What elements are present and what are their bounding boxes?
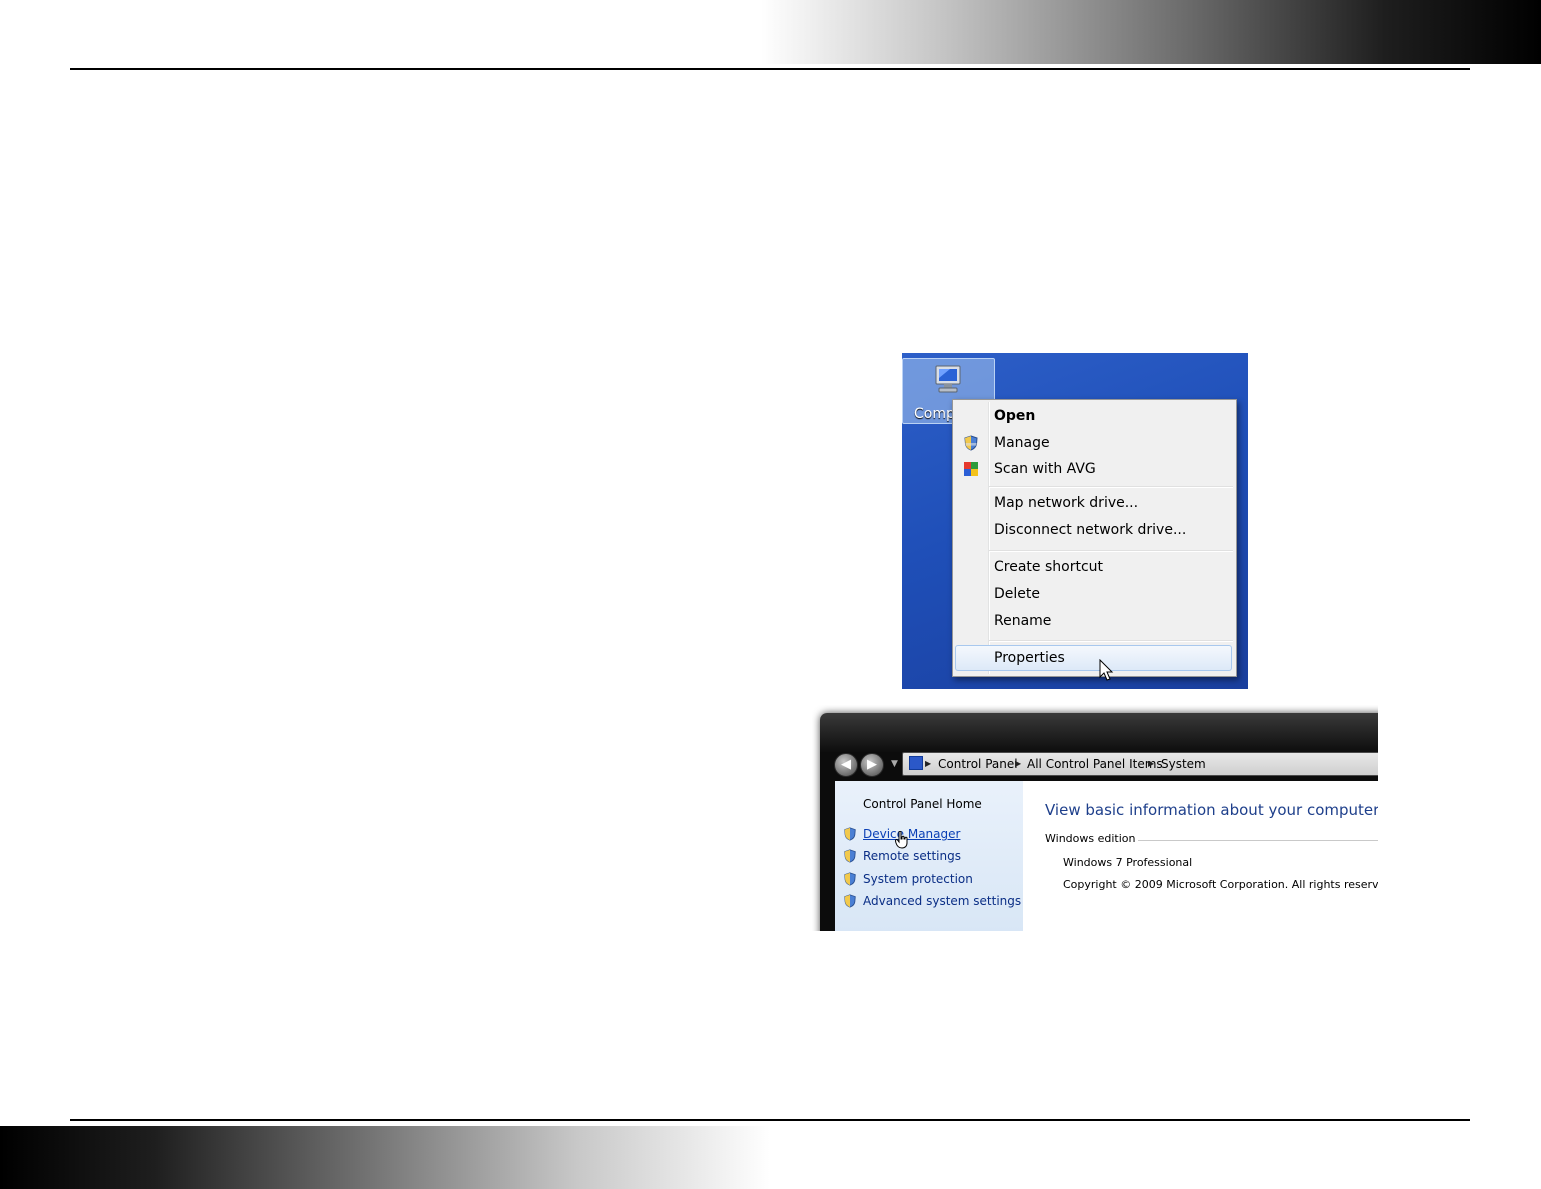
menu-item-disconnect-network-drive[interactable]: Disconnect network drive... <box>955 518 1232 542</box>
menu-separator <box>989 640 1233 642</box>
menu-item-scan-with-avg[interactable]: Scan with AVG <box>955 457 1232 481</box>
control-panel-home-link[interactable]: Control Panel Home <box>863 797 982 811</box>
desktop-context-menu-screenshot: Comp Open Manage Scan with AVG Map netwo… <box>902 353 1248 689</box>
menu-item-rename[interactable]: Rename <box>955 609 1232 633</box>
menu-item-manage[interactable]: Manage <box>955 431 1232 455</box>
control-panel-icon <box>909 756 923 770</box>
uac-shield-icon <box>844 827 856 841</box>
uac-shield-icon <box>844 894 856 908</box>
breadcrumb-arrow-icon: ▶ <box>925 759 932 768</box>
link-label: Advanced system settings <box>863 894 1022 908</box>
mouse-pointer-icon <box>1099 659 1114 681</box>
address-bar[interactable]: ▶ Control Panel ▶ All Control Panel Item… <box>902 752 1378 776</box>
uac-shield-icon <box>844 872 856 886</box>
menu-item-label: Manage <box>994 435 1050 451</box>
footer-rule <box>70 1119 1470 1121</box>
menu-item-map-network-drive[interactable]: Map network drive... <box>955 491 1232 515</box>
menu-item-properties[interactable]: Properties <box>955 645 1232 671</box>
menu-item-open[interactable]: Open <box>955 404 1232 428</box>
breadcrumb-system[interactable]: System <box>1161 753 1206 775</box>
windows-edition-heading: Windows edition <box>1045 832 1139 845</box>
menu-item-label: Scan with AVG <box>994 461 1096 477</box>
breadcrumb-control-panel[interactable]: Control Panel <box>938 753 1018 775</box>
avg-icon <box>964 462 978 476</box>
uac-shield-icon <box>964 435 978 451</box>
page-title: View basic information about your comput… <box>1045 801 1378 819</box>
menu-item-label: Rename <box>994 613 1052 629</box>
breadcrumb-arrow-icon: ▶ <box>1015 759 1022 768</box>
menu-item-create-shortcut[interactable]: Create shortcut <box>955 555 1232 579</box>
breadcrumb-all-control-panel-items[interactable]: All Control Panel Items <box>1027 753 1163 775</box>
main-pane: View basic information about your comput… <box>1023 781 1378 931</box>
menu-item-label: Delete <box>994 586 1040 602</box>
window-frame: ◀ ▶ ▼ ▶ Control Panel ▶ All Control Pane… <box>820 713 1378 931</box>
windows-edition-value: Windows 7 Professional <box>1063 856 1193 869</box>
menu-item-delete[interactable]: Delete <box>955 582 1232 606</box>
menu-item-label: Open <box>994 408 1036 424</box>
breadcrumb-arrow-icon: ▶ <box>1148 759 1155 768</box>
hand-pointer-icon <box>895 831 908 849</box>
tasks-sidebar: Control Panel Home Device Manager Remote… <box>835 781 1023 931</box>
link-label: System protection <box>863 872 973 886</box>
system-window-screenshot: ◀ ▶ ▼ ▶ Control Panel ▶ All Control Pane… <box>812 705 1378 931</box>
menu-item-label: Map network drive... <box>994 495 1139 511</box>
context-menu: Open Manage Scan with AVG Map network dr… <box>952 399 1237 677</box>
header-rule <box>70 68 1470 70</box>
menu-separator <box>989 550 1233 552</box>
back-arrow-icon: ◀ <box>841 757 851 772</box>
header-gradient-bar <box>761 0 1541 64</box>
forward-button[interactable]: ▶ <box>860 753 884 777</box>
menu-item-label: Disconnect network drive... <box>994 522 1187 538</box>
link-label: Device Manager <box>863 827 961 841</box>
copyright-text: Copyright © 2009 Microsoft Corporation. … <box>1063 878 1378 891</box>
menu-item-label: Properties <box>994 650 1065 666</box>
menu-item-label: Create shortcut <box>994 559 1104 575</box>
computer-icon <box>935 365 961 393</box>
uac-shield-icon <box>844 849 856 863</box>
link-label: Remote settings <box>863 849 961 863</box>
recent-pages-dropdown-icon[interactable]: ▼ <box>891 759 898 769</box>
menu-separator <box>989 486 1233 488</box>
computer-icon-label: Comp <box>914 406 955 422</box>
back-button[interactable]: ◀ <box>834 753 858 777</box>
footer-gradient-bar <box>0 1126 770 1189</box>
forward-arrow-icon: ▶ <box>867 757 877 772</box>
